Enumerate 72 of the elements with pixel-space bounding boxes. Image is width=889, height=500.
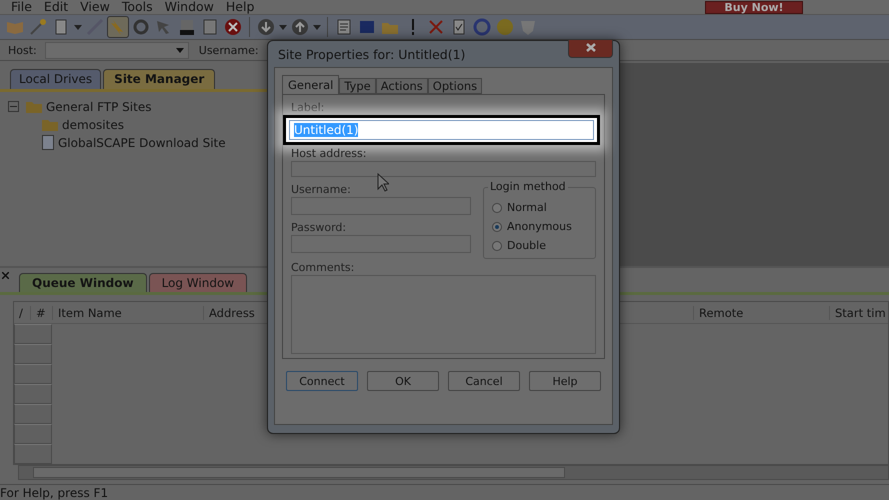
field-value: Untitled(1) bbox=[294, 123, 358, 137]
ring-icon[interactable] bbox=[472, 17, 492, 38]
field-label: Username: bbox=[291, 183, 352, 196]
column-header[interactable]: # bbox=[31, 306, 53, 320]
field-label: Host address: bbox=[291, 147, 366, 160]
wand-icon[interactable] bbox=[28, 17, 48, 38]
tree-item[interactable]: General FTP Sites bbox=[46, 100, 152, 114]
caret-icon[interactable] bbox=[74, 24, 82, 30]
collapse-icon[interactable] bbox=[8, 101, 19, 112]
dialog-button[interactable]: Cancel bbox=[448, 371, 520, 391]
group-title: Login method bbox=[488, 180, 568, 193]
row-header bbox=[14, 444, 52, 464]
caret-icon[interactable] bbox=[279, 24, 287, 30]
close-icon[interactable] bbox=[586, 43, 596, 52]
caret-icon[interactable] bbox=[313, 24, 321, 30]
menu-item[interactable]: Tools bbox=[116, 0, 160, 14]
tab[interactable]: Site Manager bbox=[103, 68, 216, 89]
menu-item[interactable]: View bbox=[75, 0, 117, 14]
dialog-button[interactable]: OK bbox=[367, 371, 439, 391]
tab[interactable]: Log Window bbox=[148, 273, 248, 292]
column-header[interactable]: Start tim bbox=[830, 306, 889, 320]
row-header bbox=[14, 344, 52, 364]
row-header bbox=[14, 424, 52, 444]
input-field[interactable] bbox=[291, 161, 596, 177]
row-header bbox=[14, 384, 52, 404]
host-label: Host: bbox=[8, 44, 37, 57]
host-field[interactable] bbox=[44, 42, 189, 59]
stop-icon[interactable] bbox=[223, 17, 243, 38]
tab[interactable]: Local Drives bbox=[10, 68, 102, 89]
folder-icon bbox=[42, 118, 58, 132]
menu-item[interactable]: Edit bbox=[38, 0, 76, 14]
radio-button[interactable] bbox=[492, 202, 502, 212]
menu-item[interactable]: Help bbox=[220, 0, 262, 14]
row-header bbox=[14, 404, 52, 424]
tab[interactable]: Queue Window bbox=[19, 273, 147, 292]
field-label: Label: bbox=[291, 101, 324, 114]
column-header[interactable]: / bbox=[14, 306, 31, 320]
tab[interactable]: General bbox=[282, 75, 340, 94]
radio-button[interactable] bbox=[492, 222, 502, 232]
folder-icon bbox=[26, 100, 42, 114]
row-header bbox=[14, 364, 52, 384]
close-icon[interactable] bbox=[2, 272, 9, 280]
tree-item[interactable]: GlobalSCAPE Download Site bbox=[58, 136, 226, 150]
column-header[interactable]: Item Name bbox=[53, 306, 204, 320]
dialog-button[interactable]: Connect bbox=[286, 371, 358, 391]
tab[interactable]: Options bbox=[428, 78, 482, 94]
field-label: Comments: bbox=[291, 261, 354, 274]
dropdown-icon[interactable] bbox=[176, 48, 184, 53]
menu-item[interactable]: Window bbox=[160, 0, 221, 14]
window-title: Site Properties for: Untitled(1) bbox=[278, 46, 466, 62]
radio-label[interactable]: Normal bbox=[507, 201, 547, 214]
up-icon[interactable] bbox=[290, 17, 310, 38]
radio-label[interactable]: Double bbox=[507, 239, 546, 252]
tab[interactable]: Type bbox=[339, 78, 376, 94]
horizontal-scrollbar[interactable] bbox=[18, 465, 889, 480]
column-header[interactable]: Remote bbox=[694, 306, 830, 320]
bolt-icon[interactable] bbox=[108, 17, 128, 38]
page-icon bbox=[42, 135, 54, 150]
radio-button[interactable] bbox=[492, 240, 502, 250]
cursor-icon bbox=[377, 173, 389, 192]
tree-item[interactable]: demosites bbox=[62, 118, 124, 132]
radio-label[interactable]: Anonymous bbox=[507, 220, 572, 233]
tab[interactable]: Actions bbox=[376, 78, 428, 94]
close-button[interactable] bbox=[568, 38, 613, 58]
menu-item[interactable]: File bbox=[6, 0, 39, 14]
input-field[interactable]: Untitled(1) bbox=[289, 120, 594, 140]
down-icon[interactable] bbox=[256, 17, 276, 38]
status-text: For Help, press F1 bbox=[0, 486, 108, 500]
field-label: Password: bbox=[291, 221, 348, 234]
username-label: Username: bbox=[198, 44, 259, 57]
dialog-button[interactable]: Help bbox=[529, 371, 601, 391]
buy-now-button[interactable]: Buy Now! bbox=[705, 0, 803, 14]
